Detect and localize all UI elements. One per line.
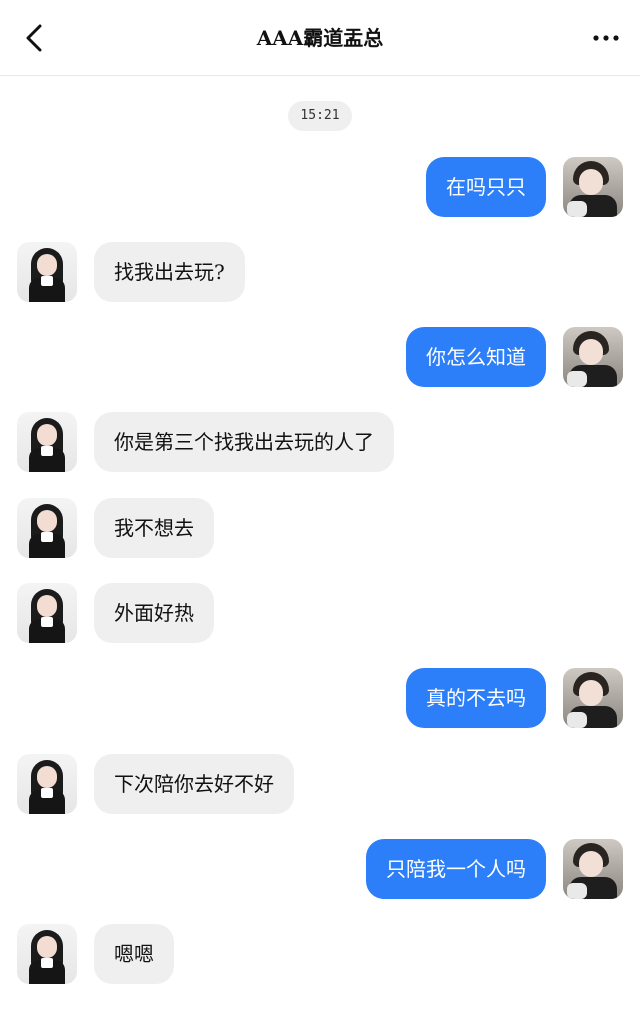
- contact-avatar[interactable]: [17, 498, 77, 558]
- message-row-received: 外面好热: [0, 583, 640, 643]
- message-row-sent: 真的不去吗: [0, 668, 640, 728]
- message-row-received: 找我出去玩?: [0, 242, 640, 302]
- received-message-bubble[interactable]: 嗯嗯: [94, 924, 174, 984]
- more-horizontal-icon: [593, 35, 619, 41]
- received-message-bubble[interactable]: 下次陪你去好不好: [94, 754, 294, 814]
- contact-avatar[interactable]: [17, 754, 77, 814]
- contact-avatar[interactable]: [17, 924, 77, 984]
- sent-message-bubble[interactable]: 只陪我一个人吗: [366, 839, 546, 899]
- chat-header: AAA霸道盂总: [0, 0, 640, 76]
- more-button[interactable]: [588, 24, 624, 52]
- contact-avatar[interactable]: [17, 412, 77, 472]
- received-message-bubble[interactable]: 我不想去: [94, 498, 214, 558]
- chevron-left-icon: [26, 24, 42, 52]
- sent-message-bubble[interactable]: 真的不去吗: [406, 668, 546, 728]
- my-avatar[interactable]: [563, 157, 623, 217]
- sent-message-bubble[interactable]: 你怎么知道: [406, 327, 546, 387]
- received-message-bubble[interactable]: 你是第三个找我出去玩的人了: [94, 412, 394, 472]
- message-row-sent: 你怎么知道: [0, 327, 640, 387]
- my-avatar[interactable]: [563, 668, 623, 728]
- my-avatar[interactable]: [563, 839, 623, 899]
- message-row-received: 嗯嗯: [0, 924, 640, 984]
- my-avatar[interactable]: [563, 327, 623, 387]
- sent-message-bubble[interactable]: 在吗只只: [426, 157, 546, 217]
- message-row-received: 下次陪你去好不好: [0, 754, 640, 814]
- received-message-bubble[interactable]: 外面好热: [94, 583, 214, 643]
- received-message-bubble[interactable]: 找我出去玩?: [94, 242, 245, 302]
- message-row-sent: 在吗只只: [0, 157, 640, 217]
- message-row-received: 我不想去: [0, 498, 640, 558]
- chat-title: AAA霸道盂总: [256, 26, 384, 50]
- message-row-received: 你是第三个找我出去玩的人了: [0, 412, 640, 472]
- contact-avatar[interactable]: [17, 242, 77, 302]
- contact-avatar[interactable]: [17, 583, 77, 643]
- message-timestamp: 15:21: [288, 101, 352, 131]
- back-button[interactable]: [18, 20, 52, 56]
- message-row-sent: 只陪我一个人吗: [0, 839, 640, 899]
